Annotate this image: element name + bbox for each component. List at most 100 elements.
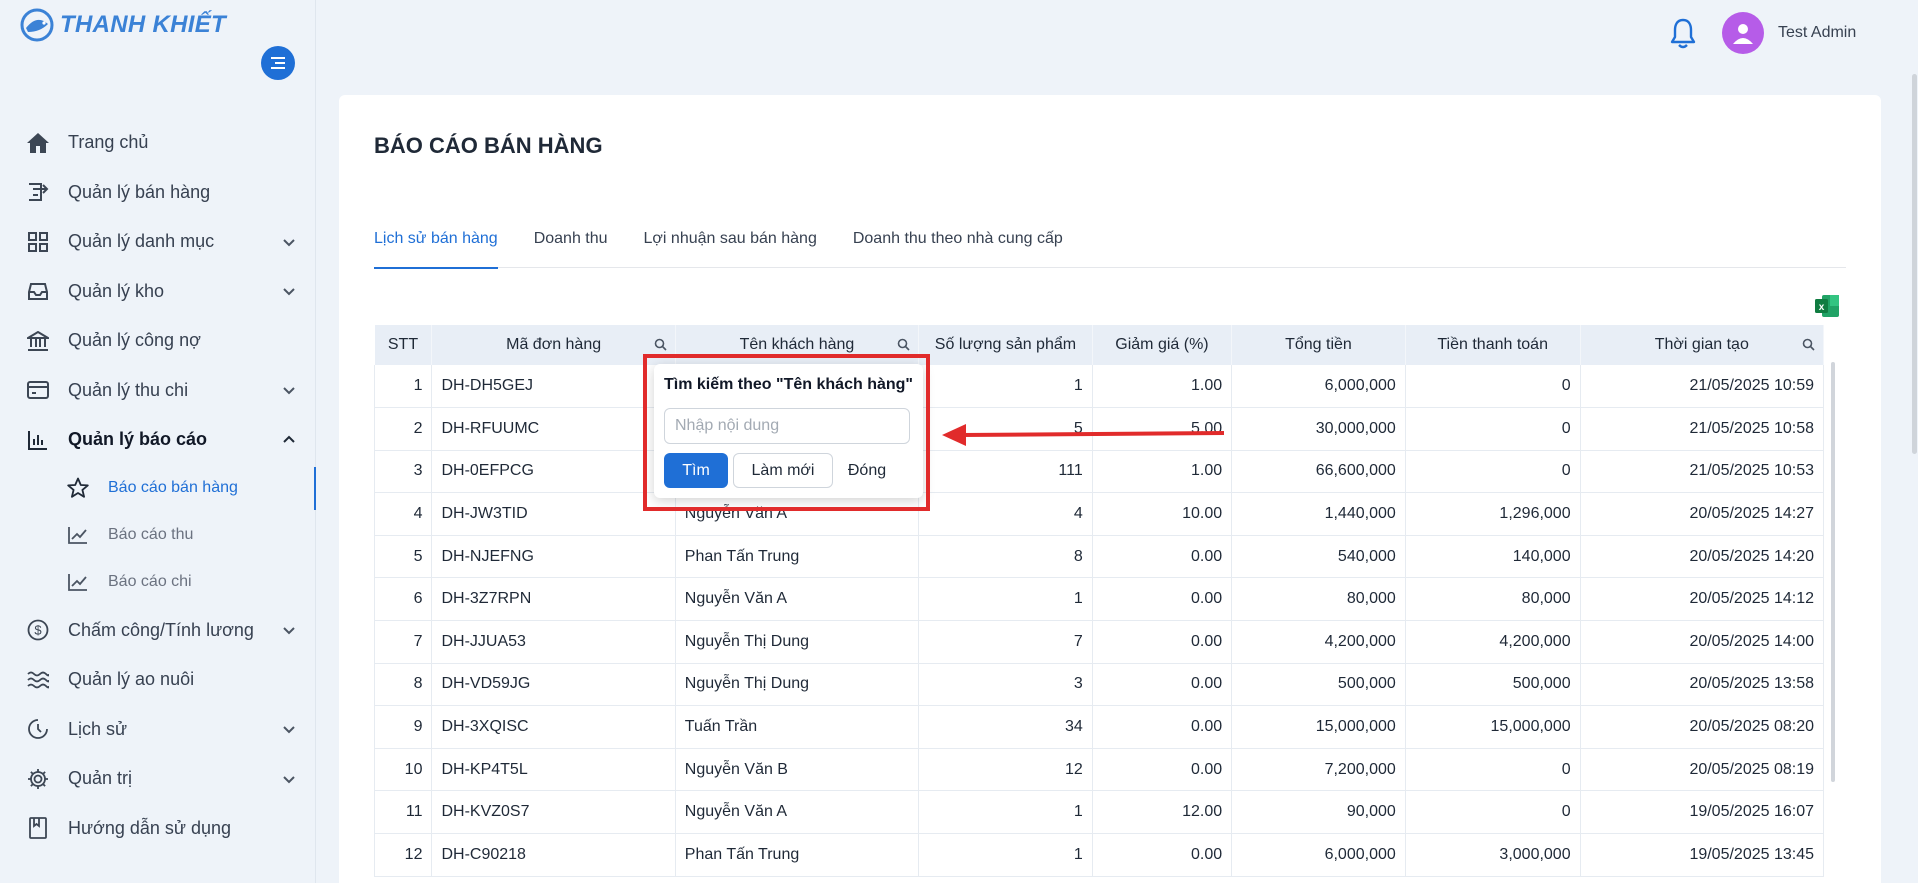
table-row[interactable]: 12 DH-C90218 Phan Tấn Trung 1 0.00 6,000,000 3… <box>373 833 1825 877</box>
table-cell: Nguyễn Văn A <box>675 577 920 622</box>
sidebar-subitem-sales-report[interactable]: Báo cáo bán hàng <box>0 465 316 512</box>
table-cell: 20/05/2025 08:19 <box>1580 748 1825 792</box>
table-cell: 0.00 <box>1092 748 1233 792</box>
notification-bell-icon[interactable] <box>1668 17 1698 51</box>
table-cell: Nguyễn Thị Dung <box>675 663 920 707</box>
table-cell: 1.00 <box>1092 365 1233 409</box>
table-cell: 11 <box>373 790 433 835</box>
table-cell: 90,000 <box>1231 790 1406 835</box>
table-cell: 0.00 <box>1092 663 1233 707</box>
table-cell: 500,000 <box>1231 663 1406 707</box>
sidebar-item-label: Quản lý bán hàng <box>68 181 211 202</box>
tab-revenue-by-supplier[interactable]: Doanh thu theo nhà cung cấp <box>853 221 1063 268</box>
sidebar-item-sales[interactable]: Quản lý bán hàng <box>0 168 316 218</box>
menu-collapse-icon <box>271 57 285 69</box>
table-cell: 7 <box>373 620 433 664</box>
table-cell: 5 <box>373 535 433 579</box>
user-name[interactable]: Test Admin <box>1778 24 1856 42</box>
content-card: BÁO CÁO BÁN HÀNG Lịch sử bán hàng Doanh … <box>339 95 1881 883</box>
chevron-down-icon <box>283 288 295 296</box>
column-header-created-time: Thời gian tạo <box>1580 325 1825 365</box>
sidebar-item-guide[interactable]: Hướng dẫn sử dụng <box>0 804 316 854</box>
table-row[interactable]: 11 DH-KVZ0S7 Nguyễn Văn A 1 12.00 90,000 0 19/0… <box>373 790 1825 835</box>
sidebar-subitem-income-report[interactable]: Báo cáo thu <box>0 512 316 559</box>
table-cell: 0.00 <box>1092 833 1233 877</box>
sidebar-item-catalog[interactable]: Quản lý danh mục <box>0 217 316 267</box>
table-row[interactable]: 5 DH-NJEFNG Phan Tấn Trung 8 0.00 540,000 140,… <box>373 535 1825 579</box>
sidebar-item-reports[interactable]: Quản lý báo cáo <box>0 415 316 465</box>
sidebar-item-history[interactable]: Lịch sử <box>0 705 316 755</box>
table-cell: 0 <box>1405 790 1581 835</box>
chevron-down-icon <box>283 239 295 247</box>
sidebar-item-home[interactable]: Trang chủ <box>0 118 316 168</box>
tab-profit[interactable]: Lợi nhuận sau bán hàng <box>644 221 817 268</box>
sales-table: STT Mã đơn hàng Tên khách hàng Số lượng … <box>373 325 1825 877</box>
reset-button[interactable]: Làm mới <box>733 453 833 488</box>
table-cell: DH-JW3TID <box>431 492 676 536</box>
table-cell: 4,200,000 <box>1405 620 1581 664</box>
search-icon[interactable] <box>897 338 910 351</box>
column-header-quantity: Số lượng sản phẩm <box>918 325 1093 365</box>
table-cell: 5.00 <box>1092 407 1233 451</box>
table-cell: 0.00 <box>1092 577 1233 622</box>
table-row[interactable]: 10 DH-KP4T5L Nguyễn Văn B 12 0.00 7,200,000 0 2… <box>373 748 1825 792</box>
sidebar-item-debt[interactable]: Quản lý công nợ <box>0 316 316 366</box>
sidebar-item-income-expense[interactable]: Quản lý thu chi <box>0 366 316 416</box>
table-cell: DH-NJEFNG <box>431 535 676 579</box>
brand-logo[interactable]: THANH KHIẾT <box>20 8 226 42</box>
table-row[interactable]: 2 DH-RFUUMC 5 5.00 30,000,000 0 21/05/2025 10:… <box>373 407 1825 451</box>
sidebar-item-label: Quản lý báo cáo <box>68 429 208 450</box>
page-scrollbar[interactable] <box>1912 74 1917 454</box>
table-cell: 10.00 <box>1092 492 1233 536</box>
chevron-down-icon <box>283 726 295 734</box>
table-cell: 6 <box>373 577 433 622</box>
table-cell: 80,000 <box>1405 577 1581 622</box>
table-cell: 19/05/2025 13:45 <box>1580 833 1825 877</box>
column-header-customer-name: Tên khách hàng <box>675 325 920 365</box>
table-cell: 3,000,000 <box>1405 833 1581 877</box>
sales-icon <box>26 180 50 204</box>
table-row[interactable]: 9 DH-3XQISC Tuấn Trần 34 0.00 15,000,000 15,00… <box>373 705 1825 749</box>
table-cell: 0 <box>1405 365 1581 409</box>
table-cell: 1 <box>373 365 433 409</box>
search-icon[interactable] <box>1802 338 1815 351</box>
table-cell: 1 <box>918 833 1093 877</box>
table-row[interactable]: 1 DH-DH5GEJ 1 1.00 6,000,000 0 21/05/2025 10:5… <box>373 365 1825 409</box>
search-input[interactable] <box>664 408 910 444</box>
gear-icon <box>26 767 50 791</box>
sidebar-item-label: Hướng dẫn sử dụng <box>68 817 232 838</box>
sidebar-nav: Trang chủ Quản lý bán hàng Quản lý danh … <box>0 118 316 853</box>
star-icon <box>66 476 90 500</box>
sidebar-item-label: Quản lý kho <box>68 280 165 301</box>
sidebar-collapse-button[interactable] <box>261 46 295 80</box>
table-row[interactable]: 6 DH-3Z7RPN Nguyễn Văn A 1 0.00 80,000 80,000 2… <box>373 577 1825 622</box>
search-icon[interactable] <box>654 338 667 351</box>
inbox-icon <box>26 279 50 303</box>
table-row[interactable]: 4 DH-JW3TID Nguyễn Văn A 4 10.00 1,440,000 1,2… <box>373 492 1825 536</box>
grid-icon <box>26 230 50 254</box>
close-button[interactable]: Đóng <box>839 453 895 488</box>
sidebar-item-label: Quản trị <box>68 768 133 789</box>
sidebar-item-admin[interactable]: Quản trị <box>0 754 316 804</box>
sidebar-item-payroll[interactable]: $ Chấm công/Tính lương <box>0 606 316 656</box>
table-row[interactable]: 8 DH-VD59JG Nguyễn Thị Dung 3 0.00 500,000 500… <box>373 663 1825 707</box>
table-cell: 4 <box>373 492 433 536</box>
popup-title: Tìm kiếm theo "Tên khách hàng" <box>664 376 913 393</box>
sidebar-item-ponds[interactable]: Quản lý ao nuôi <box>0 655 316 705</box>
wallet-icon <box>26 378 50 402</box>
table-cell: DH-KP4T5L <box>431 748 676 792</box>
tab-revenue[interactable]: Doanh thu <box>534 221 608 268</box>
sidebar-subitem-expense-report[interactable]: Báo cáo chi <box>0 559 316 606</box>
table-row[interactable]: 3 DH-0EFPCG 111 1.00 66,600,000 0 21/05/2025 1… <box>373 450 1825 494</box>
table-cell: 21/05/2025 10:59 <box>1580 365 1825 409</box>
table-row[interactable]: 7 DH-JJUA53 Nguyễn Thị Dung 7 0.00 4,200,000 4… <box>373 620 1825 664</box>
sidebar-item-warehouse[interactable]: Quản lý kho <box>0 267 316 317</box>
user-avatar[interactable] <box>1722 12 1764 54</box>
search-button[interactable]: Tìm <box>664 453 728 488</box>
excel-export-icon[interactable]: x <box>1814 294 1840 318</box>
table-cell: DH-3Z7RPN <box>431 577 676 622</box>
table-scrollbar[interactable] <box>1831 362 1835 782</box>
tab-sales-history[interactable]: Lịch sử bán hàng <box>374 221 498 269</box>
table-cell: 6,000,000 <box>1231 365 1406 409</box>
table-cell: 0.00 <box>1092 620 1233 664</box>
